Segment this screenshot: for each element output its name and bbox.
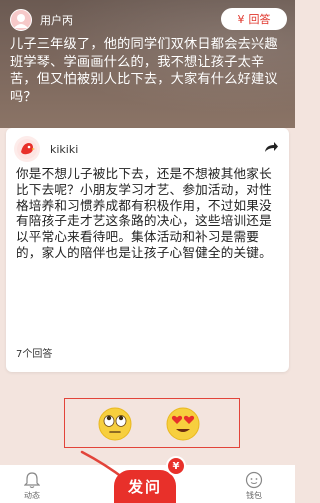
heart-eyes-emoji-icon[interactable] [163,404,203,444]
yen-icon: ¥ [237,12,245,26]
person-icon [14,14,28,28]
wallet-face-icon [245,471,263,489]
asker-info[interactable]: 用户丙 [10,8,73,32]
tab-wallet[interactable]: 钱包 [245,471,263,501]
author-avatar[interactable] [14,136,40,162]
asker-name: 用户丙 [40,14,73,27]
tab-moments-label: 动态 [24,491,40,500]
tab-wallet-label: 钱包 [246,491,262,500]
eye-roll-emoji-icon[interactable] [95,404,135,444]
tab-moments[interactable]: 动态 [24,471,40,501]
answer-count[interactable]: 7个回答 [16,345,52,360]
reward-badge: ¥ [166,456,186,476]
yen-badge-icon: ¥ [172,460,180,472]
answer-author[interactable]: kikiki [14,136,78,162]
ask-question-button[interactable]: 发问 [114,470,176,503]
answer-button-label: 回答 [248,13,271,26]
share-arrow-icon[interactable] [263,140,279,154]
answer-text: 你是不想儿子被比下去，还是不想被其他家长比下去呢？小朋友学习才艺、参加活动，对性… [16,166,272,260]
reaction-bar [64,398,240,448]
asker-avatar[interactable] [10,9,32,31]
bell-icon [24,472,40,489]
answer-card[interactable]: kikiki 你是不想儿子被比下去，还是不想被其他家长比下去呢？小朋友学习才艺、… [6,128,289,372]
question-text: 儿子三年级了，他的同学们双休日都会去兴趣班学琴、学画画什么的，我不想让孩子太辛苦… [10,37,278,105]
ask-button-label: 发问 [127,478,162,496]
bird-avatar-icon [17,139,37,159]
answer-button[interactable]: ¥ 回答 [221,8,287,30]
author-name: kikiki [50,142,79,156]
